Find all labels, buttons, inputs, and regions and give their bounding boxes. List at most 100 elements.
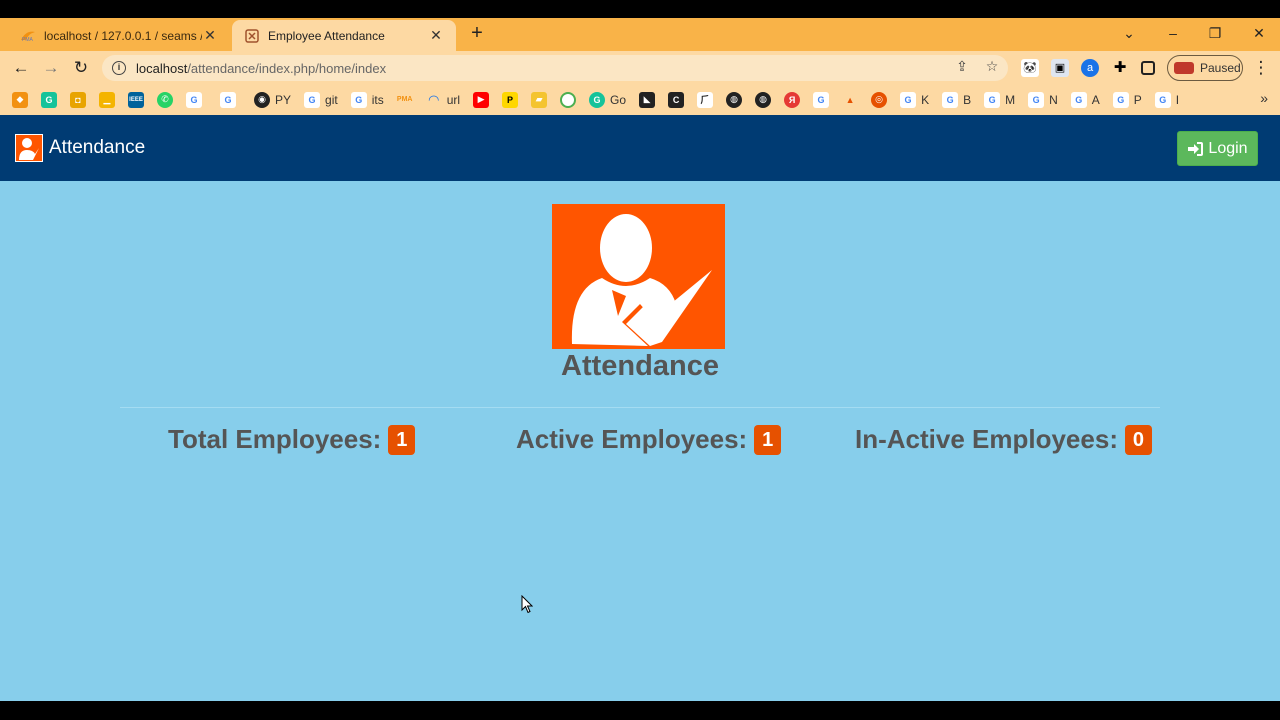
reload-icon[interactable]: ↻ [70, 57, 92, 79]
youtube-icon: ▶ [473, 91, 490, 108]
bookmark[interactable]: ▁ [99, 90, 115, 110]
bookmark[interactable]: GA [1070, 90, 1100, 110]
panda-extension-icon[interactable]: 🐼 [1021, 59, 1039, 77]
extension-icon: C [668, 91, 685, 108]
menu-icon[interactable]: ⋮ [1250, 57, 1272, 79]
sign-in-icon [1188, 141, 1204, 156]
grammarly-icon: G [589, 91, 606, 108]
new-tab-button[interactable]: + [466, 22, 488, 44]
url-path: /attendance/index.php/home/index [187, 60, 387, 76]
puzzle-extensions-icon[interactable]: ✚ [1111, 59, 1129, 77]
google-icon: G [813, 91, 830, 108]
bookmark[interactable]: G [186, 90, 207, 110]
svg-text:PMA: PMA [22, 37, 34, 42]
bookmark[interactable]: ⺁ [697, 90, 714, 110]
stat-label: Active Employees: [516, 424, 748, 454]
bookmark[interactable]: IEEE [128, 90, 144, 110]
bookmark[interactable]: ▰ [531, 90, 548, 110]
tab-search-icon[interactable]: ⌄ [1118, 22, 1140, 44]
brand-name[interactable]: Attendance [49, 137, 145, 159]
address-bar[interactable]: i localhost/attendance/index.php/home/in… [102, 55, 1008, 81]
google-icon: G [304, 91, 321, 108]
top-letterbox [0, 0, 1280, 18]
bookmark[interactable]: GN [1028, 90, 1058, 110]
analytics-icon: ▁ [99, 91, 115, 108]
matlab-icon: ▲ [845, 94, 855, 105]
site-navbar: Attendance Login [0, 115, 1280, 181]
bookmark[interactable]: ◍ [726, 90, 743, 110]
screen: PMA localhost / 127.0.0.1 / seams / att … [0, 0, 1280, 720]
bookmark[interactable]: GB [942, 90, 971, 110]
tab-phpmyadmin[interactable]: PMA localhost / 127.0.0.1 / seams / att … [8, 20, 230, 51]
side-panel-icon[interactable] [1141, 61, 1155, 75]
profile-status: Paused [1200, 61, 1241, 75]
profile-button[interactable]: Paused [1167, 55, 1243, 81]
phpmyadmin-icon: PMA [396, 96, 413, 103]
login-label: Login [1208, 139, 1248, 157]
bookmark-star-icon[interactable]: ☆ [983, 57, 1001, 75]
google-icon: G [1070, 91, 1087, 108]
bookmark[interactable]: GP [1112, 90, 1142, 110]
bookmark[interactable]: ◆ [12, 90, 28, 110]
google-icon: G [186, 91, 202, 108]
extension-icon: ◎ [871, 91, 888, 108]
extension-icon: P [502, 91, 519, 108]
stat-label: In-Active Employees: [855, 424, 1118, 454]
close-window-icon[interactable]: ✕ [1248, 22, 1270, 44]
bookmark[interactable]: P [502, 90, 519, 110]
bookmark[interactable]: GI [1154, 90, 1179, 110]
phpmyadmin-icon: PMA [20, 28, 36, 44]
bookmark[interactable]: ◘ [70, 90, 86, 110]
count-badge: 0 [1124, 424, 1152, 455]
bookmark[interactable]: ◍ [755, 90, 772, 110]
brand-logo[interactable] [15, 134, 43, 162]
circle-icon [560, 91, 577, 108]
bookmark[interactable]: G Go [589, 90, 626, 110]
bookmark[interactable]: Я [784, 90, 801, 110]
bookmark[interactable]: G [41, 90, 57, 110]
diamond-icon: ◆ [12, 91, 28, 108]
site-info-icon[interactable]: i [112, 61, 126, 75]
bookmark[interactable]: Gits [350, 90, 384, 110]
bookmark[interactable]: ◠ url [426, 90, 460, 110]
bookmark[interactable]: G [220, 90, 241, 110]
bookmark[interactable]: C [668, 90, 685, 110]
wifi-icon: ◠ [428, 91, 439, 107]
bookmark[interactable]: G [813, 90, 830, 110]
ieee-icon: IEEE [128, 91, 144, 108]
page-title: Attendance [561, 350, 719, 382]
bookmarks-bar: ◆ G ◘ ▁ IEEE ✆ G G ◉ PY Ggit Gits PMA ◠ ur… [0, 84, 1280, 115]
tab-employee-attendance[interactable]: Employee Attendance ✕ [232, 20, 456, 51]
bookmark[interactable]: PMA [397, 90, 413, 110]
bookmark[interactable]: GM [984, 90, 1015, 110]
bookmark[interactable]: GK [900, 90, 929, 110]
extension-icon: ◘ [70, 91, 86, 108]
share-icon[interactable]: ⇪ [953, 57, 971, 75]
extension-icon[interactable]: a [1081, 59, 1099, 77]
bookmark[interactable]: ✆ [157, 90, 173, 110]
back-icon[interactable]: ← [10, 57, 32, 79]
bookmark[interactable]: ◎ [871, 90, 888, 110]
google-icon: G [942, 91, 959, 108]
more-bookmarks-icon[interactable]: » [1260, 90, 1268, 106]
url-host: localhost [136, 60, 188, 76]
whatsapp-icon: ✆ [157, 91, 173, 108]
bookmark[interactable] [560, 90, 577, 110]
bookmark[interactable]: ◉ PY [254, 90, 291, 110]
extension-icon[interactable]: ▣ [1051, 59, 1069, 77]
mouse-cursor-icon [521, 595, 533, 614]
bookmark[interactable]: Ggit [304, 90, 338, 110]
restore-icon[interactable]: ❐ [1204, 22, 1226, 44]
close-tab-icon[interactable]: ✕ [202, 27, 218, 44]
login-button[interactable]: Login [1177, 131, 1258, 166]
bookmark[interactable]: ▶ [473, 90, 490, 110]
minimize-icon[interactable]: – [1162, 22, 1184, 44]
bookmark[interactable]: ◣ [639, 90, 656, 110]
google-icon: G [220, 91, 236, 108]
bookmark[interactable]: ▲ [842, 90, 858, 110]
avatar [1174, 62, 1194, 74]
close-tab-icon[interactable]: ✕ [428, 27, 444, 44]
page-content: Attendance Login Attendance Total Employ… [0, 115, 1280, 701]
stat-label: Total Employees: [168, 424, 382, 454]
forward-icon[interactable]: → [40, 57, 62, 79]
